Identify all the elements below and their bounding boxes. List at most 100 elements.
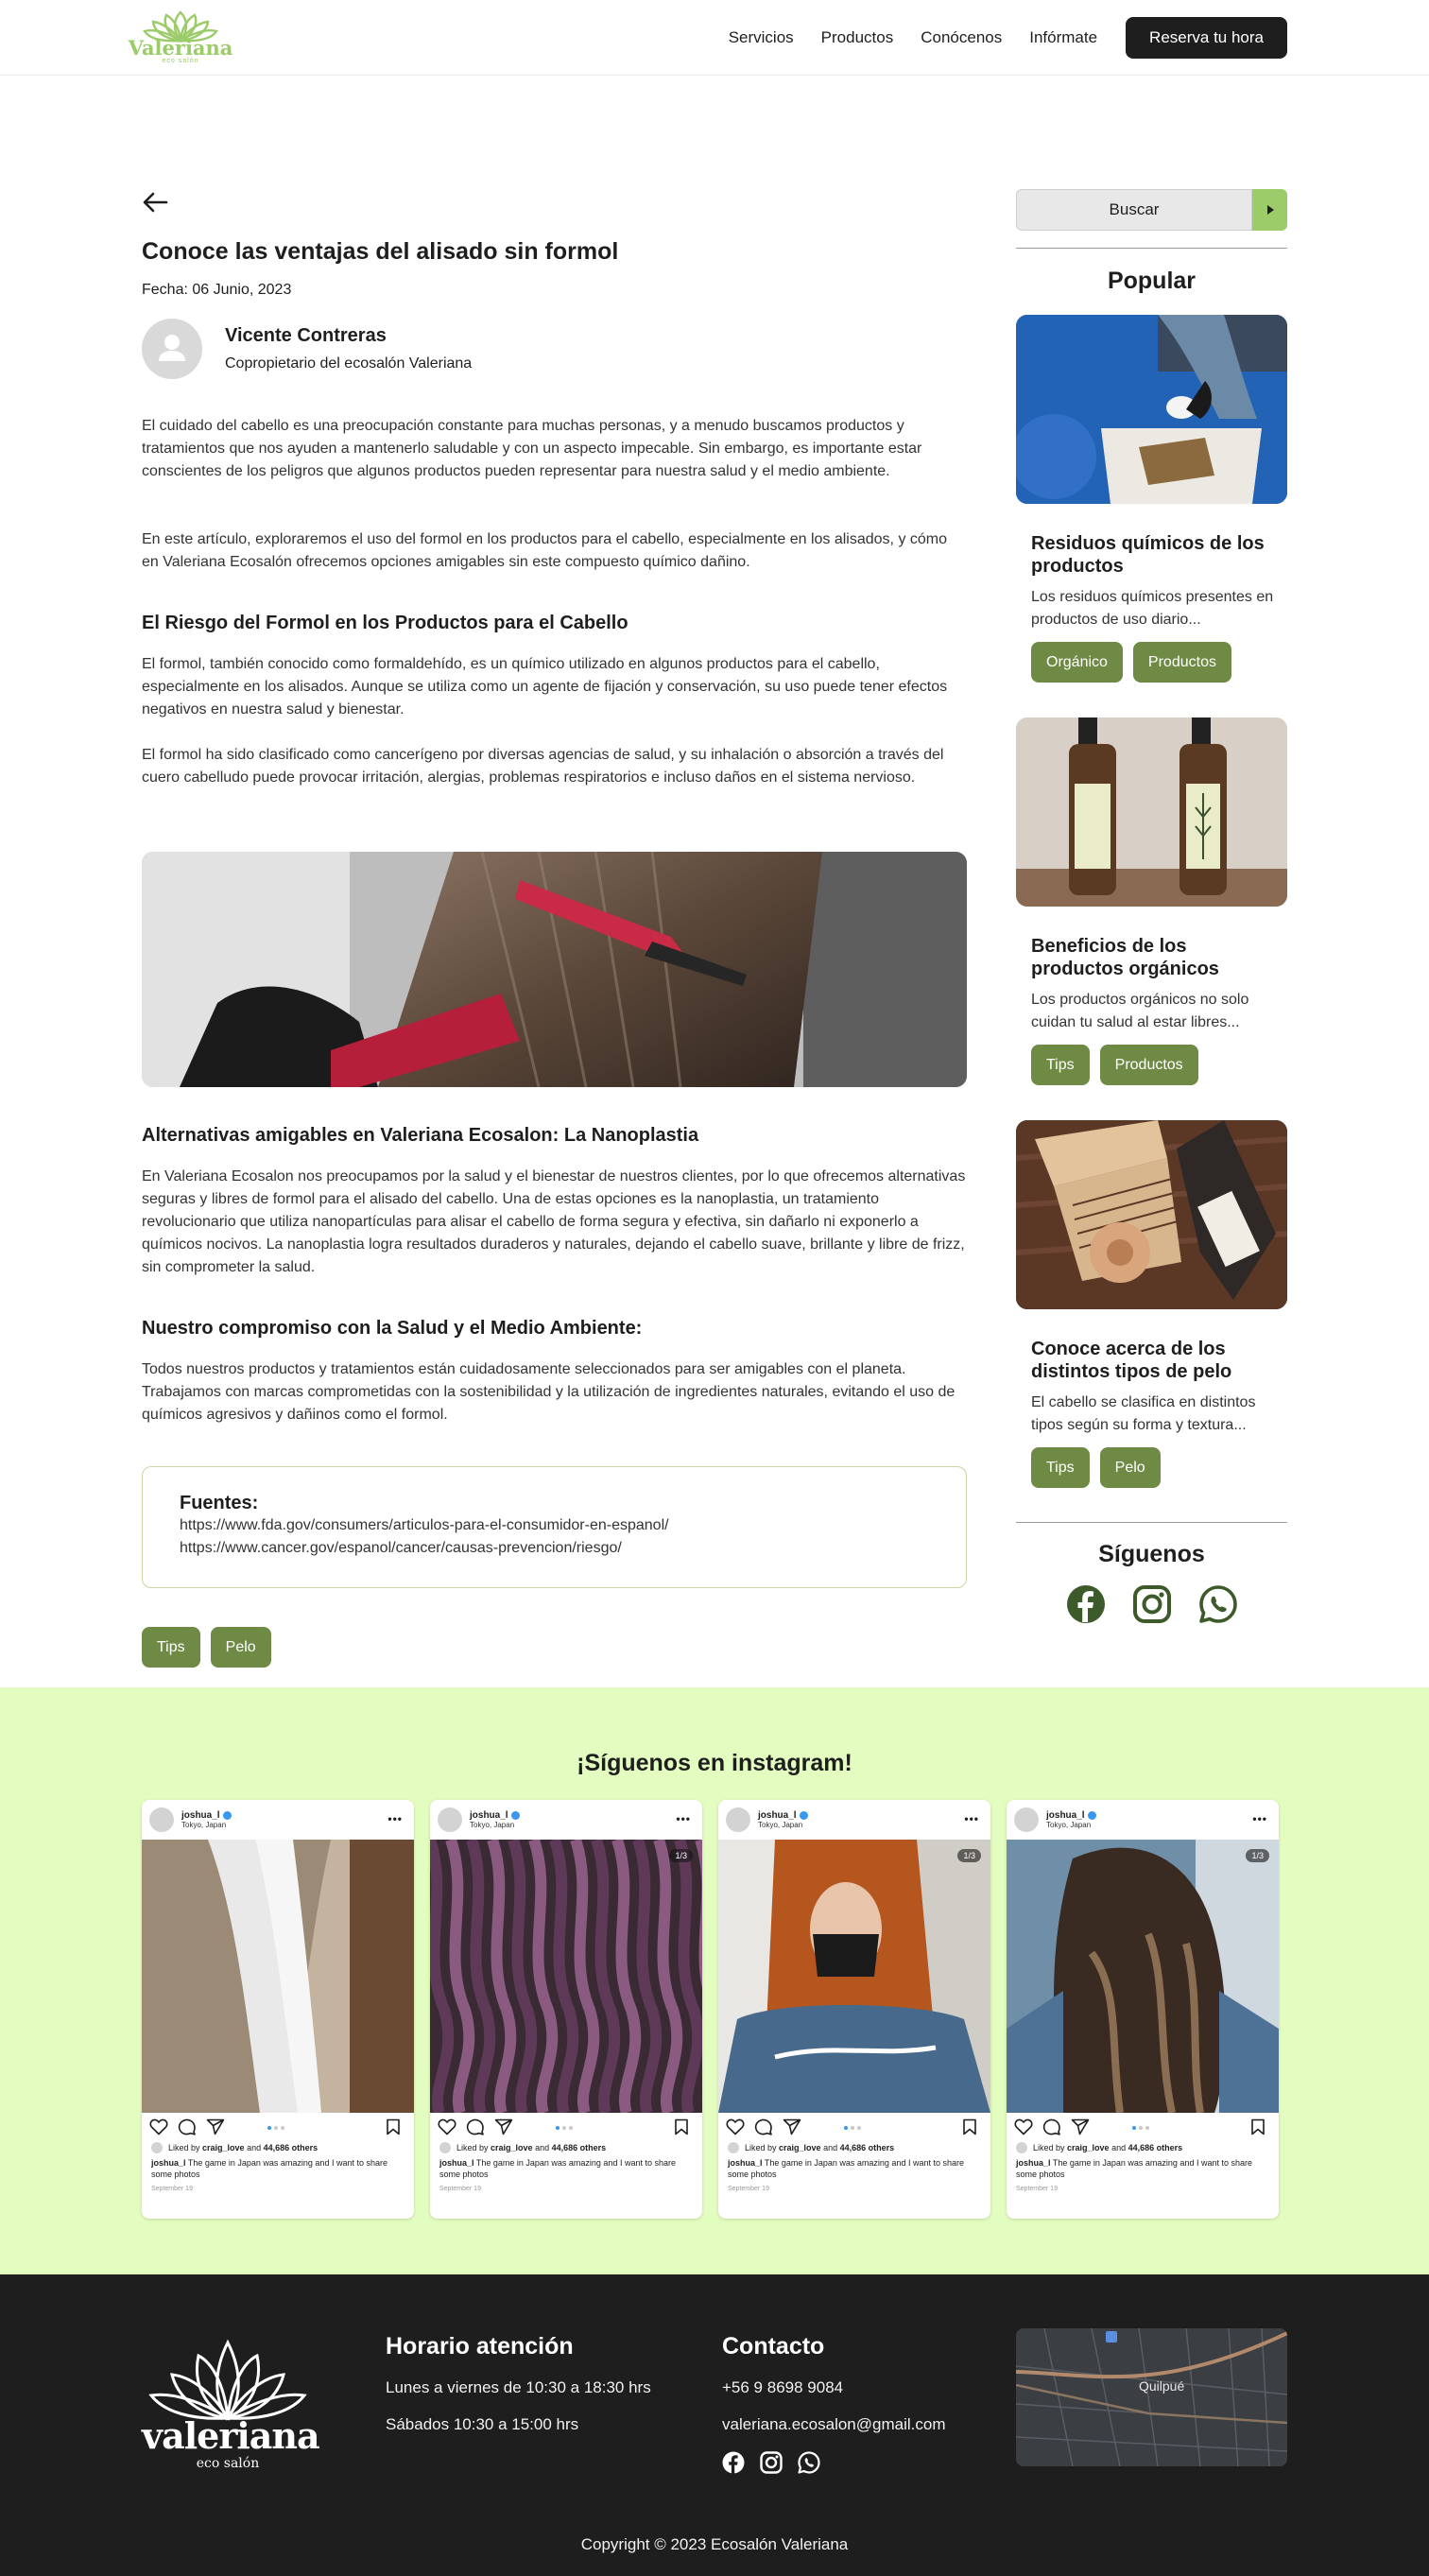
liker-avatar (151, 2142, 163, 2153)
post-image[interactable]: 1/3 (1007, 1840, 1279, 2114)
search-button[interactable] (1252, 189, 1287, 231)
bookmark-icon[interactable] (962, 2118, 977, 2135)
logo[interactable]: Valeriana eco salón (129, 9, 232, 65)
instagram-icon[interactable] (760, 2451, 783, 2474)
back-button[interactable] (142, 191, 168, 218)
bookmark-icon[interactable] (1250, 2118, 1265, 2135)
comment-icon[interactable] (754, 2118, 773, 2135)
more-options-icon[interactable]: ••• (676, 1812, 691, 1825)
facebook-icon[interactable] (1066, 1584, 1106, 1624)
tag-pelo[interactable]: Pelo (1099, 1447, 1161, 1488)
post-image[interactable] (142, 1840, 414, 2113)
nav-servicios[interactable]: Servicios (729, 28, 794, 47)
post-user: joshua_l Tokyo, Japan (1046, 1810, 1096, 1829)
post-avatar[interactable] (149, 1807, 174, 1832)
post-username[interactable]: joshua_l (758, 1810, 808, 1821)
whatsapp-icon[interactable] (1198, 1584, 1238, 1624)
footer-logo[interactable]: valeriana eco salón (142, 2337, 320, 2471)
location-map[interactable]: Quilpué (1016, 2328, 1287, 2466)
likes-count[interactable]: 44,686 others (1128, 2143, 1183, 2152)
card-image-beneficios[interactable] (1016, 717, 1287, 907)
search-input[interactable]: Buscar (1016, 189, 1252, 231)
post-username[interactable]: joshua_l (181, 1810, 232, 1821)
post-header: joshua_l Tokyo, Japan ••• (718, 1800, 990, 1840)
caption-user[interactable]: joshua_l (439, 2158, 474, 2168)
instagram-post[interactable]: joshua_l Tokyo, Japan ••• Liked by craig… (142, 1800, 414, 2219)
post-avatar[interactable] (1014, 1807, 1039, 1832)
more-options-icon[interactable]: ••• (964, 1812, 979, 1825)
bookmark-icon[interactable] (674, 2118, 689, 2135)
tag-tips[interactable]: Tips (1031, 1045, 1090, 1085)
card-tags-residuos: Orgánico Productos (1031, 642, 1231, 683)
avatar (142, 319, 202, 379)
site-footer: valeriana eco salón Horario atención Lun… (0, 2274, 1429, 2576)
card-title-beneficios[interactable]: Beneficios de los productos orgánicos (1031, 935, 1277, 980)
tag-organico[interactable]: Orgánico (1031, 642, 1123, 683)
card-image-residuos[interactable] (1016, 315, 1287, 504)
whatsapp-icon[interactable] (798, 2451, 820, 2474)
nav-productos[interactable]: Productos (821, 28, 894, 47)
likes-count[interactable]: 44,686 others (552, 2143, 607, 2152)
hair-straightening-image (142, 852, 967, 1087)
caption-user[interactable]: joshua_l (728, 2158, 763, 2168)
source-link-1[interactable]: https://www.fda.gov/consumers/articulos-… (180, 1514, 929, 1537)
share-icon[interactable] (494, 2118, 513, 2135)
share-icon[interactable] (783, 2118, 801, 2135)
heart-icon[interactable] (149, 2118, 168, 2135)
liker-avatar (439, 2142, 451, 2153)
likes-user[interactable]: craig_love (491, 2143, 533, 2152)
card-image-tipos-pelo[interactable] (1016, 1120, 1287, 1309)
heading-compromiso: Nuestro compromiso con la Salud y el Med… (142, 1318, 643, 1339)
tag-tips[interactable]: Tips (142, 1627, 200, 1668)
post-avatar[interactable] (726, 1807, 750, 1832)
verified-icon (510, 1811, 520, 1820)
nav-informate[interactable]: Infórmate (1029, 28, 1097, 47)
tag-productos[interactable]: Productos (1132, 642, 1231, 683)
lotus-logo-icon (148, 2339, 307, 2421)
contact-email[interactable]: valeriana.ecosalon@gmail.com (722, 2414, 945, 2435)
heart-icon[interactable] (438, 2118, 456, 2135)
card-title-tipos-pelo[interactable]: Conoce acerca de los distintos tipos de … (1031, 1338, 1277, 1383)
post-location: Tokyo, Japan (758, 1821, 803, 1829)
facebook-icon[interactable] (722, 2451, 745, 2474)
tag-productos[interactable]: Productos (1099, 1045, 1198, 1085)
post-image[interactable]: 1/3 (718, 1840, 990, 2113)
caption-user[interactable]: joshua_l (1016, 2158, 1051, 2168)
likes-user[interactable]: craig_love (1067, 2143, 1110, 2152)
nav-conocenos[interactable]: Conócenos (921, 28, 1002, 47)
bookmark-icon[interactable] (386, 2118, 401, 2135)
post-date: September 19 (1016, 2186, 1058, 2192)
post-username[interactable]: joshua_l (1046, 1810, 1096, 1821)
share-icon[interactable] (206, 2118, 225, 2135)
likes-user[interactable]: craig_love (202, 2143, 245, 2152)
tag-pelo[interactable]: Pelo (210, 1627, 271, 1668)
instagram-post[interactable]: joshua_l Tokyo, Japan ••• 1/3 Liked by c… (718, 1800, 990, 2219)
reserve-button[interactable]: Reserva tu hora (1126, 16, 1287, 59)
instagram-post[interactable]: joshua_l Tokyo, Japan ••• 1/3 Liked by c… (430, 1800, 702, 2219)
instagram-icon[interactable] (1132, 1584, 1172, 1624)
caption-user[interactable]: joshua_l (151, 2158, 186, 2168)
likes-prefix: Liked by (745, 2143, 780, 2152)
comment-icon[interactable] (178, 2118, 197, 2135)
instagram-post[interactable]: joshua_l Tokyo, Japan ••• 1/3 Liked by c… (1007, 1800, 1279, 2219)
comment-icon[interactable] (466, 2118, 485, 2135)
likes-count[interactable]: 44,686 others (840, 2143, 895, 2152)
post-location: Tokyo, Japan (1046, 1821, 1092, 1829)
heart-icon[interactable] (726, 2118, 745, 2135)
caption-text: The game in Japan was amazing and I want… (151, 2158, 387, 2179)
post-username[interactable]: joshua_l (470, 1810, 520, 1821)
comment-icon[interactable] (1042, 2118, 1061, 2135)
contact-phone[interactable]: +56 9 8698 9084 (722, 2377, 945, 2398)
card-title-residuos[interactable]: Residuos químicos de los productos (1031, 532, 1277, 578)
post-actions (1007, 2113, 1279, 2141)
share-icon[interactable] (1071, 2118, 1090, 2135)
source-link-2[interactable]: https://www.cancer.gov/espanol/cancer/ca… (180, 1537, 929, 1560)
more-options-icon[interactable]: ••• (1252, 1812, 1267, 1825)
likes-user[interactable]: craig_love (779, 2143, 821, 2152)
post-avatar[interactable] (438, 1807, 462, 1832)
tag-tips[interactable]: Tips (1031, 1447, 1090, 1488)
heart-icon[interactable] (1014, 2118, 1033, 2135)
likes-count[interactable]: 44,686 others (264, 2143, 319, 2152)
more-options-icon[interactable]: ••• (387, 1812, 403, 1825)
post-image[interactable]: 1/3 (430, 1838, 702, 2115)
